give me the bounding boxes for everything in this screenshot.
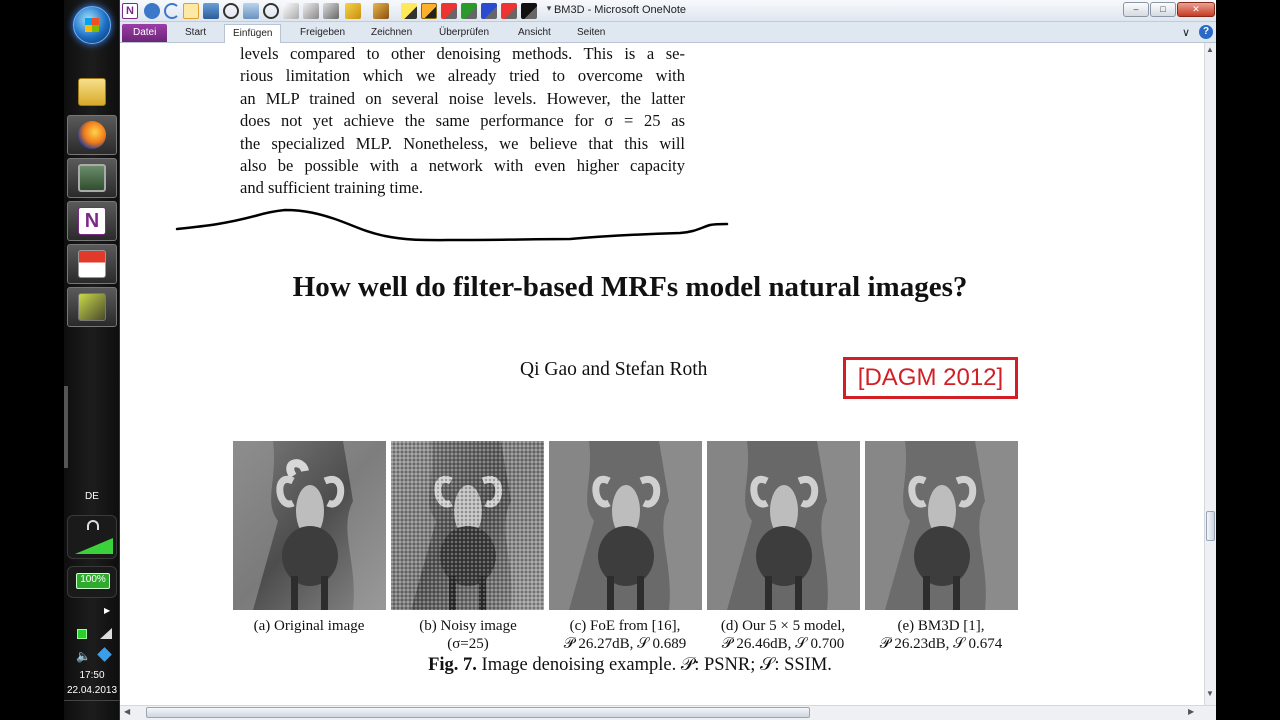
battery-level: 100% [80,574,106,585]
window-title: BM3D - Microsoft OneNote [553,4,687,16]
scroll-left-arrow[interactable]: ◀ [124,707,130,716]
ink-stroke[interactable] [175,206,735,246]
computer-icon [78,164,106,192]
paragraph-line: and sufficient training time. [240,178,423,198]
title-bar: N ▾ BM3D - Microsoft OneNote – □ ✕ [120,0,1216,22]
horizontal-scroll-thumb[interactable] [146,707,810,718]
show-desktop-button[interactable] [64,700,120,720]
paragraph-line: rious limitation which we already tried … [240,66,685,86]
start-button[interactable] [73,6,111,44]
minimize-button[interactable]: – [1123,2,1149,17]
tab-zeichnen[interactable]: Zeichnen [371,25,412,41]
figure-caption-c: (c) FoE from [16], 𝒫 26.27dB, 𝒮 0.689 [545,617,705,653]
taskbar-onenote-button[interactable]: N [67,201,117,241]
wifi-icon [87,520,99,530]
onenote-icon: N [78,207,106,235]
horizontal-scrollbar[interactable]: ◀ ▶ [120,705,1216,720]
vertical-scroll-thumb[interactable] [1206,511,1215,541]
show-hidden-icons-icon[interactable]: ▶ [104,606,110,615]
clock-time[interactable]: 17:50 [64,670,120,681]
taskbar-app-button[interactable] [67,287,117,327]
figure-image-noisy [391,441,544,610]
paragraph-line: an MLP trained on several noise levels. … [240,88,685,108]
paper-authors: Qi Gao and Stefan Roth [520,359,708,380]
figure-caption: Fig. 7. Image denoising example. 𝒫: PSNR… [120,654,1140,676]
figure-caption-d: (d) Our 5 × 5 model, 𝒫 26.46dB, 𝒮 0.700 [703,617,863,653]
pdf-icon [78,250,106,278]
caption-line: 𝒫 26.23dB, 𝒮 0.674 [879,636,1003,652]
caption-line: 𝒫 26.46dB, 𝒮 0.700 [721,636,845,652]
caption-line: (a) Original image [253,618,365,634]
tab-freigeben[interactable]: Freigeben [300,25,345,41]
tab-ansicht[interactable]: Ansicht [518,25,551,41]
language-indicator[interactable]: DE [64,491,120,502]
taskbar: N DE 100% ▶ 🔈 17:50 22.04.2013 [64,0,120,720]
scroll-up-arrow[interactable]: ▲ [1206,45,1214,54]
tab-ueberpruefen[interactable]: Überprüfen [439,25,489,41]
figure-image-foe [549,441,702,610]
battery-tray[interactable]: 100% [67,566,117,598]
figure-image-our-model [707,441,860,610]
paragraph-line: also be possible with a network with eve… [240,156,685,176]
note-page[interactable]: levels compared to other denoising metho… [120,43,1204,705]
figure-caption-text: Image denoising example. 𝒫: PSNR; 𝒮: SSI… [476,655,832,675]
figure-caption-a: (a) Original image [229,617,389,635]
green-square-icon[interactable] [77,629,87,639]
caption-line: (c) FoE from [16], [569,618,681,634]
clock-date[interactable]: 22.04.2013 [64,685,120,696]
app-icon [78,293,106,321]
paragraph-line: does not yet achieve the same performanc… [240,111,685,131]
paper-title: How well do filter-based MRFs model natu… [292,271,968,303]
pasted-paragraph: levels compared to other denoising metho… [240,43,685,200]
figure-caption-b: (b) Noisy image (σ=25) [388,617,548,653]
scroll-right-arrow[interactable]: ▶ [1188,707,1194,716]
taskbar-firefox-button[interactable] [67,115,117,155]
taskbar-folder-button[interactable] [67,72,117,112]
tab-einfuegen[interactable]: Einfügen [224,24,282,44]
dropbox-icon[interactable] [97,647,112,662]
taskbar-computer-button[interactable] [67,158,117,198]
caption-line: (e) BM3D [1], [897,618,985,634]
vertical-scrollbar[interactable]: ▲ ▼ [1204,43,1216,705]
volume-icon[interactable]: 🔈 [76,649,91,663]
help-icon[interactable]: ? [1199,25,1213,39]
figure-caption-e: (e) BM3D [1], 𝒫 26.23dB, 𝒮 0.674 [861,617,1021,653]
firefox-icon [78,121,106,149]
caption-line: (d) Our 5 × 5 model, [720,618,846,634]
tab-start[interactable]: Start [185,25,206,41]
figure-label: Fig. 7. [428,655,477,675]
folder-icon [78,78,106,106]
caption-line: 𝒫 26.27dB, 𝒮 0.689 [563,636,687,652]
scroll-down-arrow[interactable]: ▼ [1206,689,1214,698]
tab-datei[interactable]: Datei [122,24,168,42]
conference-tag: [DAGM 2012] [843,357,1018,399]
taskbar-resize-handle[interactable] [64,386,68,468]
ribbon-tabs: Datei Start Einfügen Freigeben Zeichnen … [120,22,1216,44]
figure-image-original [233,441,386,610]
paragraph-line: the specialized MLP. Nonetheless, we bel… [240,133,685,153]
caption-line: (σ=25) [447,636,489,652]
paragraph-line: levels compared to other denoising metho… [240,44,685,63]
maximize-button[interactable]: □ [1150,2,1176,17]
taskbar-pdf-button[interactable] [67,244,117,284]
figure-image-bm3d [865,441,1018,610]
network-bars-icon[interactable] [100,628,112,639]
caption-line: (b) Noisy image [419,618,517,634]
network-tray[interactable] [67,515,117,559]
signal-strength-icon [75,538,113,554]
expand-ribbon-icon[interactable]: ∨ [1182,25,1190,41]
onenote-window: N ▾ BM3D - Microsoft OneNote – □ ✕ Datei… [120,0,1216,720]
tab-seiten[interactable]: Seiten [577,25,605,41]
close-button[interactable]: ✕ [1177,2,1215,17]
